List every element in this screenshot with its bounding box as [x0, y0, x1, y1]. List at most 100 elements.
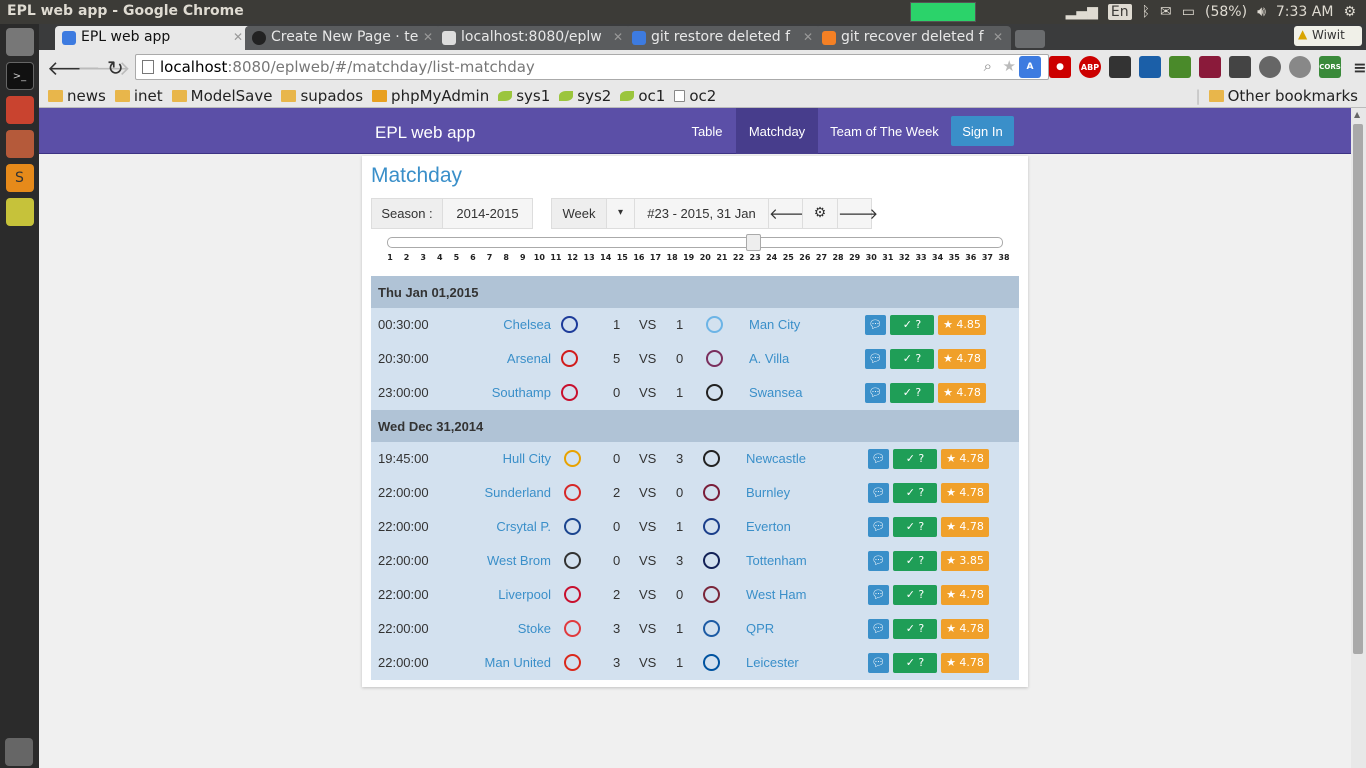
other-bookmarks[interactable]: | Other bookmarks	[1196, 87, 1358, 105]
week-slider-handle[interactable]	[746, 234, 762, 251]
trash-icon[interactable]	[5, 738, 33, 766]
reload-icon[interactable]: ↻	[107, 56, 124, 80]
away-team-link[interactable]: QPR	[746, 621, 774, 636]
comment-icon[interactable]: 💬︎	[865, 349, 886, 369]
chrome-icon[interactable]	[5, 96, 34, 124]
tab-localhost[interactable]: localhost:8080/eplw ✕	[435, 26, 631, 50]
rating-button[interactable]: ★ 4.85	[938, 315, 986, 335]
predict-check-button[interactable]: ✓ ?	[893, 551, 937, 571]
color-extension-icon[interactable]	[1169, 56, 1191, 78]
new-tab-button[interactable]	[1015, 30, 1045, 48]
tab-git-recover[interactable]: git recover deleted f ✕	[815, 26, 1011, 50]
close-tab-icon[interactable]: ✕	[233, 30, 243, 44]
sign-in-button[interactable]: Sign In	[951, 116, 1014, 146]
home-team-link[interactable]: Arsenal	[441, 351, 551, 366]
tab-create-new-page[interactable]: Create New Page · te ✕	[245, 26, 441, 50]
close-tab-icon[interactable]: ✕	[423, 30, 433, 44]
next-week-arrow-right-icon[interactable]: 🡒	[837, 198, 878, 229]
bookmark-star-icon[interactable]: ★	[1003, 57, 1016, 75]
terminal-icon[interactable]: >_	[5, 62, 34, 90]
rating-button[interactable]: ★ 4.78	[941, 517, 989, 537]
away-team-link[interactable]: Burnley	[746, 485, 790, 500]
away-team-link[interactable]: Tottenham	[746, 553, 807, 568]
rating-button[interactable]: ★ 4.78	[941, 619, 989, 639]
season-select[interactable]: 2014-2015	[442, 198, 533, 229]
stop-extension-icon[interactable]: ●	[1049, 56, 1071, 78]
week-slider-track[interactable]	[387, 234, 1003, 251]
translate-extension-icon[interactable]: A	[1019, 56, 1041, 78]
comment-icon[interactable]: 💬︎	[868, 585, 889, 605]
page-scrollbar[interactable]: ▲	[1351, 108, 1366, 768]
globe-extension-icon[interactable]	[1289, 56, 1311, 78]
predict-check-button[interactable]: ✓ ?	[893, 585, 937, 605]
file-archive-icon[interactable]	[5, 130, 34, 158]
rating-button[interactable]: ★ 4.78	[941, 449, 989, 469]
rating-button[interactable]: ★ 4.78	[938, 349, 986, 369]
bookmark-oc1[interactable]: oc1	[620, 87, 665, 105]
predict-check-button[interactable]: ✓ ?	[893, 619, 937, 639]
nav-matchday[interactable]: Matchday	[736, 108, 818, 154]
away-team-link[interactable]: Newcastle	[746, 451, 806, 466]
shield-extension-icon[interactable]	[1229, 56, 1251, 78]
tab-git-restore[interactable]: git restore deleted f ✕	[625, 26, 821, 50]
address-bar[interactable]: localhost:8080/eplweb/#/matchday/list-ma…	[135, 54, 1049, 80]
signal-icon[interactable]: ▂▄▆	[1066, 4, 1098, 20]
wordpress-extension-icon[interactable]	[1259, 56, 1281, 78]
predict-check-button[interactable]: ✓ ?	[890, 349, 934, 369]
comment-icon[interactable]: 💬︎	[868, 517, 889, 537]
frame-extension-icon[interactable]	[1199, 56, 1221, 78]
close-tab-icon[interactable]: ✕	[613, 30, 623, 44]
keyboard-layout[interactable]: En	[1107, 4, 1132, 20]
away-team-link[interactable]: West Ham	[746, 587, 806, 602]
prev-week-arrow-left-icon[interactable]: 🡐	[768, 198, 809, 229]
clock[interactable]: 7:33 AM	[1276, 4, 1334, 20]
menu-icon[interactable]: ≡	[1349, 56, 1366, 78]
comment-icon[interactable]: 💬︎	[865, 315, 886, 335]
rating-button[interactable]: ★ 4.78	[938, 383, 986, 403]
rating-button[interactable]: ★ 4.78	[941, 483, 989, 503]
away-team-link[interactable]: Everton	[746, 519, 791, 534]
comment-icon[interactable]: 💬︎	[868, 653, 889, 673]
predict-check-button[interactable]: ✓ ?	[893, 517, 937, 537]
home-team-link[interactable]: West Brom	[441, 553, 551, 568]
bookmark-inet[interactable]: inet	[114, 87, 163, 105]
predict-check-button[interactable]: ✓ ?	[893, 449, 937, 469]
rating-button[interactable]: ★ 4.78	[941, 585, 989, 605]
home-team-link[interactable]: Southamp	[441, 385, 551, 400]
battery-icon[interactable]: ▭	[1182, 4, 1195, 20]
away-team-link[interactable]: Leicester	[746, 655, 799, 670]
predict-check-button[interactable]: ✓ ?	[893, 483, 937, 503]
home-team-link[interactable]: Crsytal P.	[441, 519, 551, 534]
bookmark-modelsave[interactable]: ModelSave	[171, 87, 272, 105]
system-monitor-icon[interactable]	[5, 198, 34, 226]
dash-home-icon[interactable]	[5, 28, 34, 56]
volume-icon[interactable]: 🔊︎	[1257, 4, 1266, 20]
mode-select[interactable]: Week	[551, 198, 607, 229]
battery-text[interactable]: (58%)	[1205, 4, 1247, 20]
bookmark-news[interactable]: news	[48, 87, 106, 105]
scrollbar-thumb[interactable]	[1353, 124, 1363, 654]
bookmark-supados[interactable]: supados	[281, 87, 363, 105]
screen-extension-icon[interactable]	[1109, 56, 1131, 78]
comment-icon[interactable]: 💬︎	[868, 619, 889, 639]
away-team-link[interactable]: A. Villa	[749, 351, 789, 366]
bookmark-sys2[interactable]: sys2	[559, 87, 611, 105]
bookmark-oc2[interactable]: oc2	[674, 87, 716, 105]
window-extension-icon[interactable]	[1139, 56, 1161, 78]
bookmark-sys1[interactable]: sys1	[498, 87, 550, 105]
comment-icon[interactable]: 💬︎	[868, 551, 889, 571]
week-select[interactable]: #23 - 2015, 31 Jan	[634, 198, 769, 229]
nav-team-of-the-week[interactable]: Team of The Week	[819, 108, 950, 154]
bookmark-phpmyadmin[interactable]: phpMyAdmin	[372, 87, 489, 105]
home-team-link[interactable]: Stoke	[441, 621, 551, 636]
sublime-text-icon[interactable]: S	[5, 164, 34, 192]
scroll-up-icon[interactable]: ▲	[1354, 110, 1360, 119]
home-team-link[interactable]: Liverpool	[441, 587, 551, 602]
settings-gear-icon[interactable]: ⚙	[1343, 4, 1356, 20]
settings-gear-icon[interactable]: ⚙	[802, 198, 838, 229]
mail-icon[interactable]: ✉	[1160, 4, 1172, 20]
home-team-link[interactable]: Sunderland	[441, 485, 552, 500]
adblock-extension-icon[interactable]: ABP	[1079, 56, 1101, 78]
home-team-link[interactable]: Hull City	[441, 451, 551, 466]
close-tab-icon[interactable]: ✕	[803, 30, 813, 44]
